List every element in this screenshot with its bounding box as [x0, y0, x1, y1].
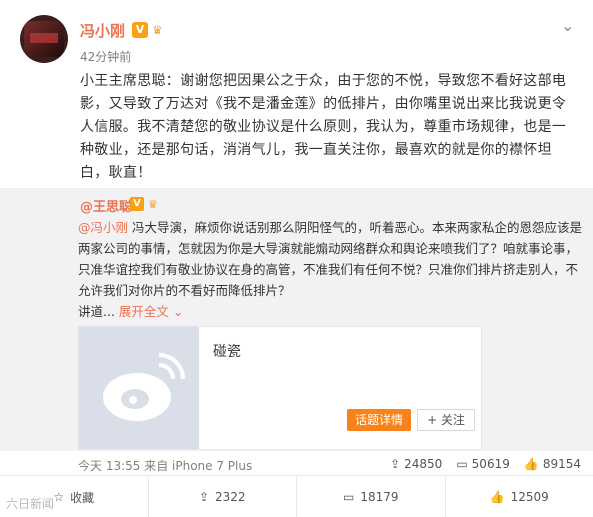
- comment-button[interactable]: ▭ 18179: [296, 477, 445, 517]
- repost-text-tail: 讲道...: [78, 304, 115, 319]
- author-name[interactable]: 冯小刚: [80, 20, 125, 41]
- author-avatar[interactable]: [20, 15, 68, 63]
- follow-button[interactable]: + 关注: [417, 409, 475, 431]
- topic-detail-button[interactable]: 话题详情: [347, 409, 411, 431]
- repost-text: @冯小刚 冯大导演，麻烦你说话别那么阴阳怪气的，听着恶心。本来两家私企的恩怨应该…: [78, 217, 584, 322]
- repost-vip-crown-icon: ♛: [148, 198, 158, 211]
- share-icon: ⇪: [390, 457, 401, 471]
- topic-card[interactable]: 碰瓷 话题详情 + 关注: [78, 326, 482, 450]
- watermark: 六日新闻: [6, 497, 55, 511]
- share-icon: ⇪: [198, 490, 209, 504]
- expand-full-text-link[interactable]: 展开全文 ⌄: [119, 304, 183, 319]
- repost-share-stat[interactable]: ⇪ 24850: [390, 457, 442, 471]
- repost-verified-badge: V: [130, 197, 144, 211]
- star-icon: ☆: [53, 490, 65, 504]
- post-text: 小王主席思聪：谢谢您把因果公之于众，由于您的不悦，导致您不看好这部电影，又导致了…: [80, 73, 567, 181]
- share-button[interactable]: ⇪ 2322: [147, 477, 297, 517]
- like-icon: 👍: [523, 457, 539, 471]
- more-options-icon[interactable]: ⌄: [561, 16, 574, 35]
- mention-link[interactable]: @冯小刚: [78, 220, 128, 235]
- weibo-logo-image: [79, 327, 199, 449]
- topic-card-title[interactable]: 碰瓷: [213, 341, 241, 361]
- repost-text-body: 冯大导演，麻烦你说话别那么阴阳怪气的，听着恶心。本来两家私企的恩怨应该是两家公司…: [78, 220, 582, 298]
- like-button[interactable]: 👍 12509: [444, 477, 593, 517]
- repost-comment-stat[interactable]: ▭ 50619: [456, 457, 510, 471]
- verified-badge: V: [132, 22, 148, 38]
- vip-crown-icon: ♛: [152, 23, 163, 37]
- post-time[interactable]: 42分钟前: [80, 48, 131, 65]
- repost-meta: 今天 13:55 来自 iPhone 7 Plus: [78, 459, 253, 473]
- actions-divider: [0, 475, 593, 476]
- comment-icon: ▭: [456, 457, 468, 471]
- repost-like-stat[interactable]: 👍 89154: [524, 457, 581, 471]
- comment-icon: ▭: [342, 490, 355, 504]
- repost-stats: ⇪ 24850 ▭ 50619 👍 89154: [390, 457, 581, 471]
- action-bar: ☆ 收藏 ⇪ 2322 ▭ 18179 👍 12509: [0, 477, 593, 517]
- repost-author-name[interactable]: @王思聪: [80, 196, 132, 215]
- like-icon: 👍: [489, 490, 505, 504]
